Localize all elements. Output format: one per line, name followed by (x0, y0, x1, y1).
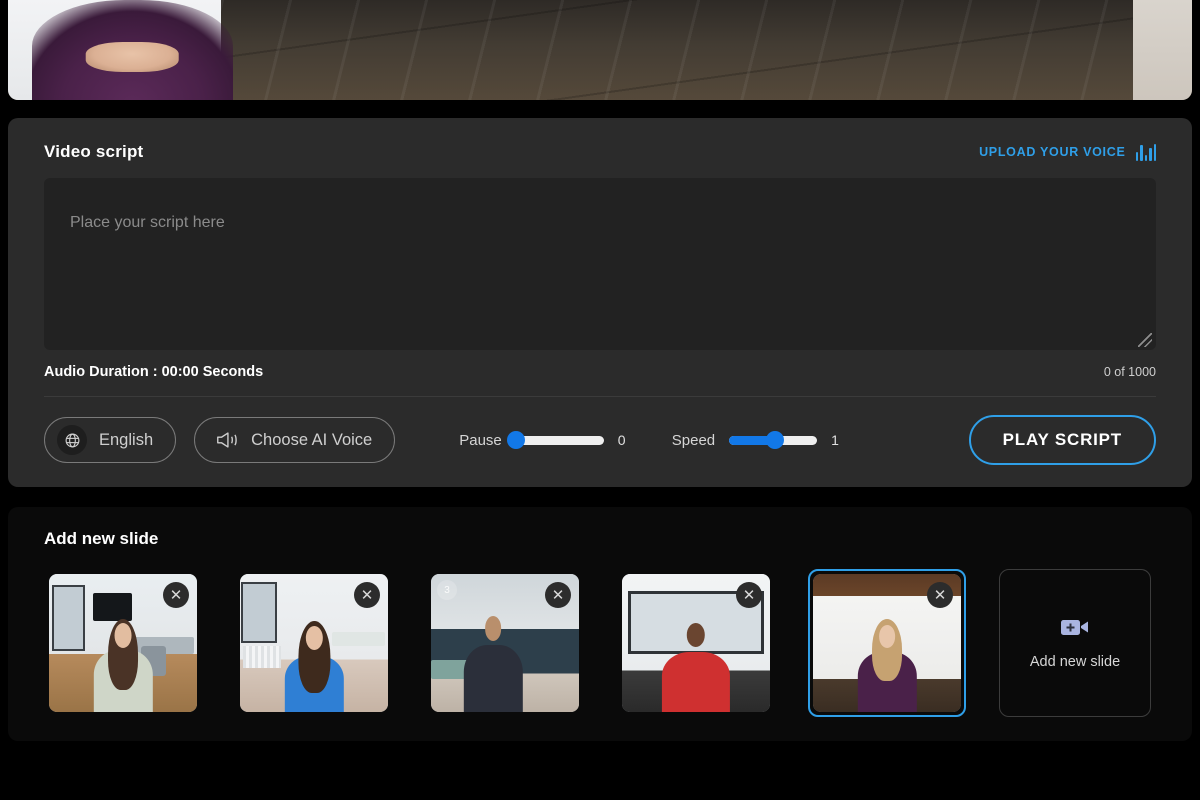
voice-label: Choose AI Voice (251, 431, 372, 450)
preview-avatar (32, 0, 233, 100)
upload-your-voice-button[interactable]: UPLOAD YOUR VOICE (979, 144, 1156, 161)
script-input[interactable] (44, 178, 1156, 350)
speed-slider-thumb[interactable] (766, 431, 784, 449)
avatar-head (879, 625, 896, 648)
script-meta-row: Audio Duration : 00:00 Seconds 0 of 1000 (44, 350, 1156, 397)
slide-preview: ✕ (49, 574, 197, 712)
slide-avatar (93, 613, 152, 712)
slide-avatar (857, 615, 916, 712)
language-selector-button[interactable]: English (44, 417, 176, 463)
slide-preview: ✕ (622, 574, 770, 712)
slide-preview: ✕ (813, 574, 961, 712)
slide-thumbnail[interactable]: ✕ (235, 569, 393, 717)
page-title: Video script (44, 142, 143, 162)
slide-thumbnail[interactable]: ✕ (44, 569, 202, 717)
slides-panel: Add new slide ✕ (8, 507, 1192, 741)
slides-list: ✕ ✕ (44, 569, 1156, 717)
megaphone-icon (215, 430, 239, 450)
pause-slider[interactable] (516, 436, 604, 445)
add-new-slide-label: Add new slide (1030, 654, 1120, 670)
slide-preview: 3 ✕ (431, 574, 579, 712)
video-script-panel: Video script UPLOAD YOUR VOICE Audio Dur… (8, 118, 1192, 487)
pause-value: 0 (618, 432, 626, 448)
script-textarea-wrapper[interactable] (44, 178, 1156, 350)
slide-avatar (464, 610, 523, 712)
preview-floor (221, 0, 1192, 100)
avatar-body (662, 652, 730, 712)
choose-ai-voice-button[interactable]: Choose AI Voice (194, 417, 395, 463)
avatar-head (485, 616, 502, 641)
pause-label: Pause (459, 432, 502, 449)
avatar-head (687, 623, 705, 647)
add-video-icon (1060, 616, 1090, 638)
slide-thumbnail[interactable]: ✕ (617, 569, 775, 717)
slide-thumbnail[interactable]: 3 ✕ (426, 569, 584, 717)
upload-voice-label: UPLOAD YOUR VOICE (979, 145, 1125, 159)
slide-delete-button[interactable]: ✕ (163, 582, 189, 608)
add-new-slide-button[interactable]: Add new slide (999, 569, 1151, 717)
script-controls-row: English Choose AI Voice Pause 0 Speed (8, 397, 1192, 487)
window-shape (52, 585, 85, 651)
pause-slider-thumb[interactable] (507, 431, 525, 449)
waveform-icon (1136, 144, 1157, 161)
character-counter: 0 of 1000 (1104, 365, 1156, 379)
slide-preview: ✕ (240, 574, 388, 712)
speed-slider[interactable] (729, 436, 817, 445)
audio-duration-label: Audio Duration : 00:00 Seconds (44, 364, 263, 380)
slide-delete-button[interactable]: ✕ (927, 582, 953, 608)
slide-delete-button[interactable]: ✕ (736, 582, 762, 608)
speed-value: 1 (831, 432, 839, 448)
slide-avatar (662, 615, 730, 712)
script-header: Video script UPLOAD YOUR VOICE (44, 142, 1156, 178)
radiator-shape (243, 646, 281, 668)
speed-slider-group: Speed 1 (672, 432, 839, 449)
play-script-button[interactable]: PLAY SCRIPT (969, 415, 1156, 465)
slide-avatar (284, 615, 343, 712)
preview-wall-right (1133, 0, 1192, 100)
video-preview[interactable] (8, 0, 1192, 100)
slide-delete-button[interactable]: ✕ (354, 582, 380, 608)
avatar-head (114, 623, 132, 649)
slides-panel-title: Add new slide (44, 529, 1156, 549)
slide-delete-button[interactable]: ✕ (545, 582, 571, 608)
preview-avatar-hands (86, 42, 179, 72)
globe-icon (57, 425, 87, 455)
slide-thumbnail-selected[interactable]: ✕ (808, 569, 966, 717)
script-body: Video script UPLOAD YOUR VOICE Audio Dur… (8, 118, 1192, 397)
window-shape (241, 582, 277, 643)
speed-label: Speed (672, 432, 715, 449)
slide-number-badge: 3 (437, 580, 457, 600)
pause-slider-group: Pause 0 (459, 432, 626, 449)
language-label: English (99, 431, 153, 450)
avatar-body (464, 645, 523, 712)
slides-body: Add new slide ✕ (8, 507, 1192, 741)
